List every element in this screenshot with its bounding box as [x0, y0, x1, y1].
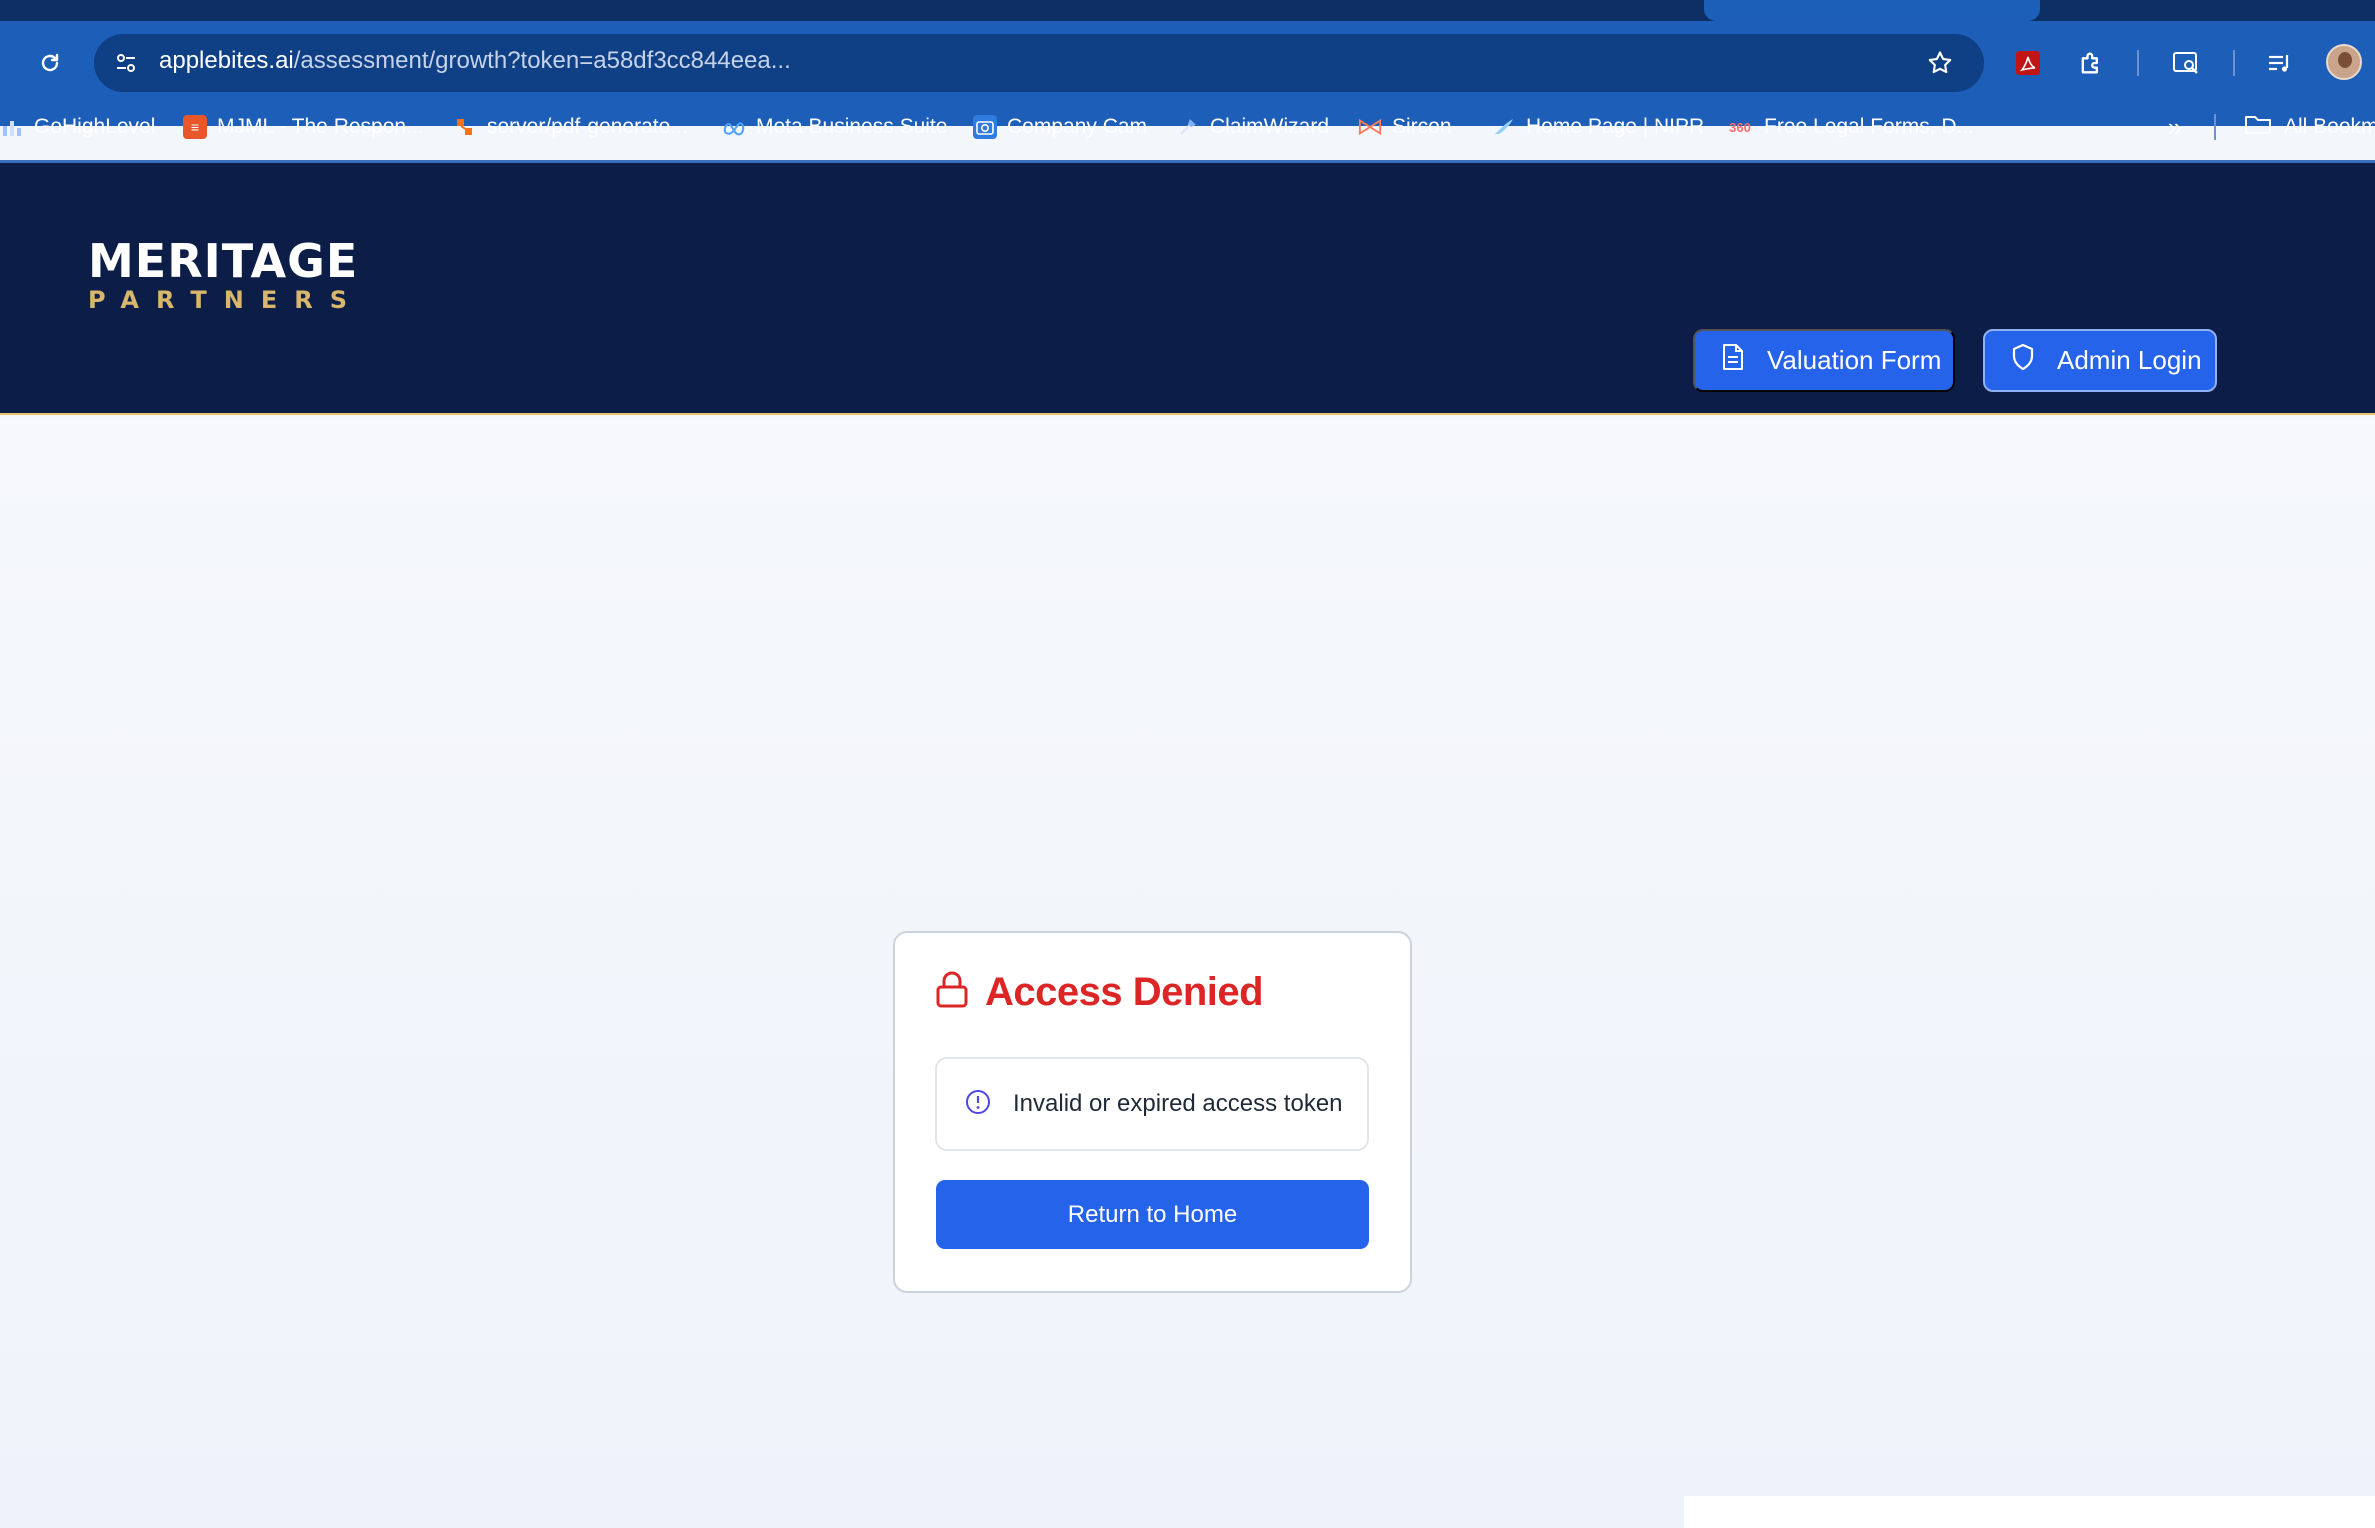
- google-lens-icon[interactable]: [2168, 45, 2204, 81]
- toolbar-separator: [2137, 50, 2139, 76]
- bookmark-label: Company Cam: [1007, 115, 1148, 138]
- media-controls-icon[interactable]: [2262, 45, 2298, 81]
- meritage-logo[interactable]: MERITAGE PARTNERS: [88, 238, 364, 314]
- bookmark-label: MJML - The Respon...: [217, 115, 424, 138]
- sircon-icon: [1358, 115, 1382, 139]
- lock-icon: [935, 971, 969, 1014]
- bookmark-item[interactable]: ClaimWizard: [1176, 112, 1329, 142]
- folder-icon: [2244, 113, 2272, 141]
- bookmark-item[interactable]: Meta Business Suite: [722, 112, 947, 142]
- bookmark-star-icon[interactable]: [1922, 45, 1958, 81]
- active-tab[interactable]: [1704, 0, 2040, 21]
- error-message: Invalid or expired access token: [1013, 1090, 1343, 1117]
- shield-icon: [2011, 343, 2035, 378]
- admin-login-button[interactable]: Admin Login: [1983, 329, 2217, 392]
- bottom-right-panel: [1684, 1496, 2375, 1528]
- card-title: Access Denied: [935, 970, 1264, 1015]
- bookmark-item[interactable]: Company Cam: [973, 112, 1147, 142]
- error-alert: Invalid or expired access token: [935, 1057, 1369, 1151]
- bookmarks-separator: [2214, 114, 2216, 140]
- toolbar-separator: [2233, 50, 2235, 76]
- all-bookmarks-label: All Bookm: [2284, 115, 2375, 138]
- bookmark-item[interactable]: Sircon: [1358, 112, 1452, 142]
- gohighlevel-icon: [0, 115, 24, 139]
- admin-login-label: Admin Login: [2057, 345, 2202, 375]
- git-icon: [453, 115, 477, 139]
- bookmarks-overflow-chevron-icon[interactable]: »: [2160, 112, 2190, 142]
- bookmark-item[interactable]: GoHighLevel: [0, 112, 155, 142]
- valuation-form-label: Valuation Form: [1767, 345, 1942, 375]
- mjml-icon: ≡: [183, 115, 207, 139]
- site-info-icon[interactable]: [108, 45, 144, 81]
- bookmark-item[interactable]: server/pdf-generato...: [453, 112, 688, 142]
- bookmark-item[interactable]: ≡ MJML - The Respon...: [183, 112, 424, 142]
- camera-icon: [973, 115, 997, 139]
- logo-wordmark: MERITAGE: [88, 234, 359, 288]
- url-host: applebites.ai: [159, 47, 294, 74]
- bookmark-label: GoHighLevel: [34, 115, 156, 138]
- url-path: /assessment/growth?token=a58df3cc844eea.…: [293, 47, 791, 74]
- bookmark-item[interactable]: 360 Free Legal Forms, D...: [1726, 112, 1974, 142]
- access-denied-title: Access Denied: [985, 970, 1264, 1014]
- bookmark-label: server/pdf-generato...: [487, 115, 688, 138]
- bookmark-label: Sircon: [1392, 115, 1452, 138]
- all-bookmarks[interactable]: All Bookm: [2244, 112, 2375, 142]
- profile-avatar[interactable]: [2326, 44, 2362, 80]
- legal-forms-icon: 360: [1729, 119, 1751, 135]
- reload-icon[interactable]: [30, 45, 70, 81]
- tab-strip-right: [2052, 0, 2375, 21]
- extensions-puzzle-icon[interactable]: [2073, 45, 2109, 81]
- bookmark-label: Home Page | NIPR: [1526, 115, 1705, 138]
- valuation-form-button[interactable]: Valuation Form: [1693, 329, 1955, 392]
- nipr-icon: [1492, 115, 1516, 139]
- logo-subtitle: PARTNERS: [88, 286, 364, 314]
- return-home-button[interactable]: Return to Home: [936, 1180, 1369, 1249]
- meta-icon: [722, 115, 746, 139]
- wizard-icon: [1176, 115, 1200, 139]
- bookmark-item[interactable]: Home Page | NIPR: [1492, 112, 1704, 142]
- url-text[interactable]: applebites.ai/assessment/growth?token=a5…: [159, 47, 791, 75]
- document-icon: [1721, 343, 1745, 378]
- bookmark-label: ClaimWizard: [1210, 115, 1330, 138]
- pdf-extension-icon[interactable]: [2010, 45, 2046, 81]
- bookmark-label: Free Legal Forms, D...: [1764, 115, 1975, 138]
- info-circle-icon: [965, 1089, 991, 1120]
- bookmark-label: Meta Business Suite: [756, 115, 948, 138]
